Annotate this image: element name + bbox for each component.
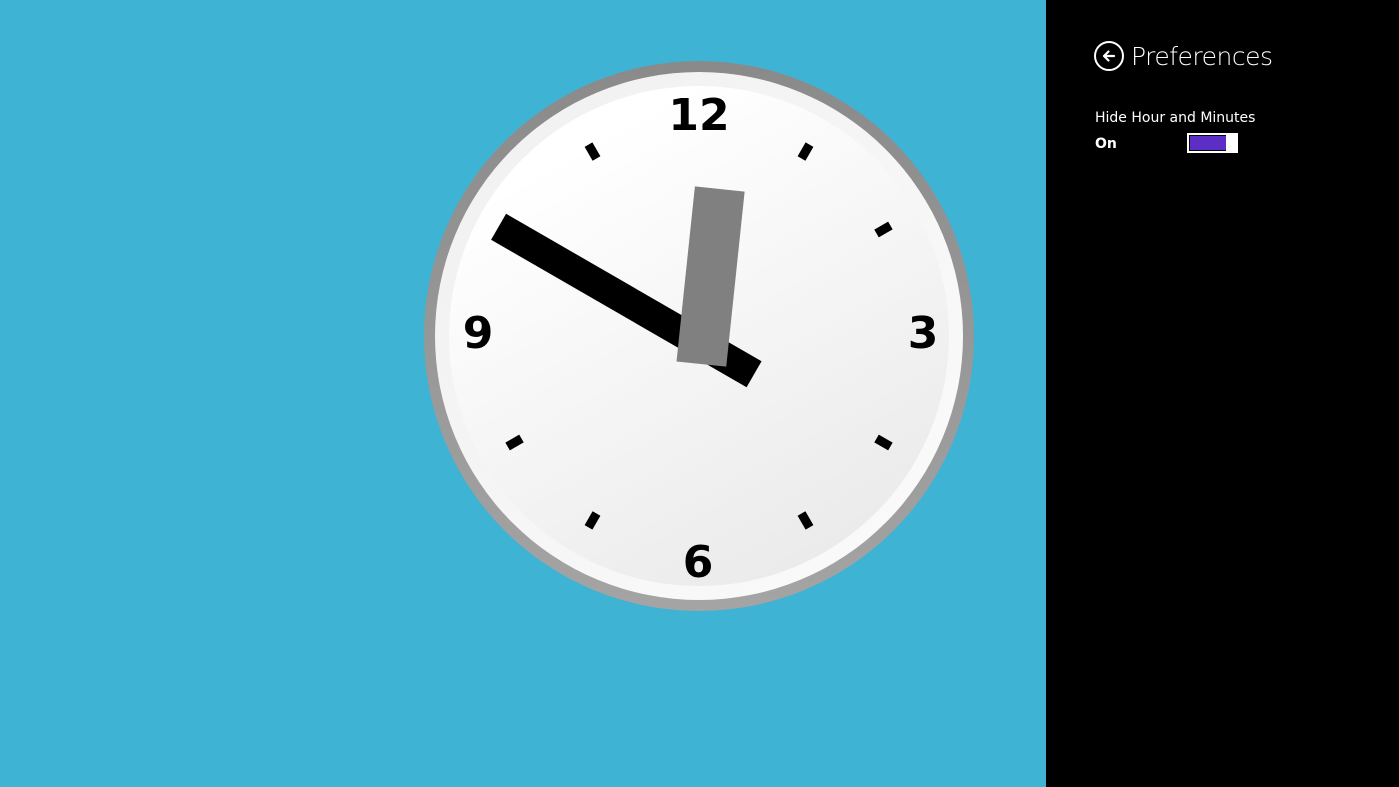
flyout-title: Preferences (1131, 41, 1273, 71)
hide-hour-minutes-toggle[interactable] (1187, 133, 1238, 153)
clock-canvas: 12 3 6 9 (0, 0, 1046, 787)
hide-hour-minutes-label: Hide Hour and Minutes (1095, 110, 1256, 126)
clock-face-svg: 12 3 6 9 (0, 0, 1046, 787)
preferences-flyout: Preferences Hide Hour and Minutes On (1046, 0, 1399, 787)
clock-number-12: 12 (668, 90, 729, 141)
toggle-state-text: On (1095, 136, 1117, 152)
clock-number-9: 9 (463, 308, 494, 359)
back-arrow-icon (1102, 50, 1116, 62)
clock-number-3: 3 (908, 308, 939, 359)
flyout-header: Preferences (1094, 38, 1273, 74)
hide-hour-minutes-setting: On (1095, 133, 1295, 155)
app-window: 12 3 6 9 Preferences Hide Hour and Minut… (0, 0, 1399, 787)
toggle-thumb[interactable] (1226, 133, 1238, 153)
back-button[interactable] (1094, 41, 1124, 71)
clock-number-6: 6 (683, 537, 714, 588)
toggle-track-fill (1190, 136, 1226, 150)
